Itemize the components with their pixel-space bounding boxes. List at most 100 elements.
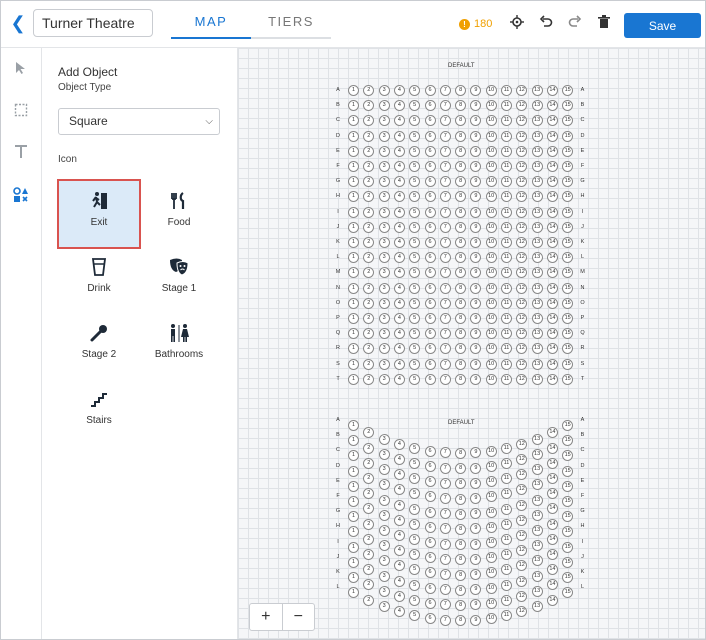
seat[interactable]: 9 bbox=[470, 282, 482, 294]
seat[interactable]: 13 bbox=[531, 115, 543, 127]
seat[interactable]: 10 bbox=[485, 237, 497, 248]
seat[interactable]: 1 bbox=[348, 572, 359, 583]
seat[interactable]: 8 bbox=[455, 600, 467, 611]
seat[interactable]: 9 bbox=[470, 599, 482, 611]
seat[interactable]: 12 bbox=[516, 514, 528, 526]
seat[interactable]: 3 bbox=[378, 540, 390, 552]
seat[interactable]: 2 bbox=[363, 115, 375, 127]
seat[interactable]: 4 bbox=[393, 606, 405, 618]
seat[interactable]: 8 bbox=[455, 508, 467, 520]
seat[interactable]: 1 bbox=[348, 496, 359, 507]
seat[interactable]: 12 bbox=[516, 237, 528, 248]
seat[interactable]: 9 bbox=[470, 206, 482, 218]
seat[interactable]: 8 bbox=[455, 130, 467, 142]
undo-icon[interactable] bbox=[538, 15, 554, 31]
seat[interactable]: 7 bbox=[439, 100, 451, 112]
seat[interactable]: 11 bbox=[501, 549, 512, 561]
seat[interactable]: 5 bbox=[409, 313, 421, 324]
seat[interactable]: 6 bbox=[424, 176, 436, 188]
seat[interactable]: 2 bbox=[363, 358, 375, 370]
seat[interactable]: 12 bbox=[516, 545, 528, 557]
seat[interactable]: 15 bbox=[562, 221, 574, 233]
seat[interactable]: 12 bbox=[516, 282, 528, 294]
seat[interactable]: 4 bbox=[393, 313, 405, 324]
seat[interactable]: 14 bbox=[546, 358, 558, 370]
seat[interactable]: 7 bbox=[439, 358, 451, 370]
seat[interactable]: 4 bbox=[393, 297, 405, 309]
seat[interactable]: 5 bbox=[409, 503, 421, 515]
seat[interactable]: 4 bbox=[393, 145, 405, 157]
seat[interactable]: 13 bbox=[531, 297, 543, 309]
seat[interactable]: 3 bbox=[378, 115, 390, 127]
seat[interactable]: 7 bbox=[439, 176, 451, 188]
seat[interactable]: 5 bbox=[409, 130, 421, 142]
crosshair-icon[interactable] bbox=[509, 15, 525, 31]
seat[interactable]: 2 bbox=[363, 442, 375, 454]
seat[interactable]: 5 bbox=[409, 100, 421, 112]
seat[interactable]: 15 bbox=[562, 252, 574, 264]
seat[interactable]: 15 bbox=[562, 556, 574, 568]
seat[interactable]: 15 bbox=[562, 130, 574, 142]
seat[interactable]: 15 bbox=[562, 526, 574, 538]
seat[interactable]: 1 bbox=[348, 556, 359, 568]
seat[interactable]: 10 bbox=[485, 176, 497, 188]
icon-option-exit[interactable]: Exit bbox=[57, 179, 141, 249]
seat[interactable]: 13 bbox=[531, 191, 543, 203]
seat[interactable]: 7 bbox=[439, 477, 451, 489]
seat[interactable]: 6 bbox=[424, 145, 436, 157]
seat[interactable]: 12 bbox=[516, 206, 528, 218]
seat[interactable]: 7 bbox=[439, 493, 451, 505]
seat[interactable]: 6 bbox=[424, 206, 436, 218]
seat[interactable]: 3 bbox=[378, 479, 390, 491]
seat[interactable]: 1 bbox=[348, 328, 359, 340]
seat[interactable]: 10 bbox=[485, 130, 497, 142]
seat[interactable]: 13 bbox=[531, 494, 543, 506]
pointer-icon[interactable] bbox=[11, 61, 31, 81]
seat[interactable]: 2 bbox=[363, 564, 375, 576]
seat[interactable]: 14 bbox=[546, 457, 558, 469]
seat[interactable]: 2 bbox=[363, 206, 375, 218]
seat[interactable]: 6 bbox=[424, 313, 436, 324]
seat[interactable]: 11 bbox=[501, 206, 512, 218]
seat[interactable]: 10 bbox=[485, 191, 497, 203]
seat[interactable]: 13 bbox=[531, 448, 543, 460]
seat[interactable]: 15 bbox=[562, 358, 574, 370]
seat[interactable]: 1 bbox=[348, 145, 359, 157]
seat[interactable]: 12 bbox=[516, 343, 528, 355]
seat[interactable]: 5 bbox=[409, 297, 421, 309]
seat[interactable]: 9 bbox=[470, 553, 482, 565]
seat[interactable]: 2 bbox=[363, 328, 375, 340]
seat[interactable]: 13 bbox=[531, 343, 543, 355]
seat[interactable]: 10 bbox=[485, 297, 497, 309]
seat[interactable]: 8 bbox=[455, 313, 467, 324]
seat[interactable]: 5 bbox=[409, 373, 421, 385]
seat[interactable]: 2 bbox=[363, 343, 375, 355]
seat[interactable]: 8 bbox=[455, 539, 467, 551]
seat[interactable]: 13 bbox=[531, 433, 543, 445]
seat[interactable]: 4 bbox=[393, 358, 405, 370]
seat[interactable]: 7 bbox=[439, 115, 451, 127]
seat[interactable]: 1 bbox=[348, 115, 359, 127]
seat[interactable]: 10 bbox=[485, 536, 497, 548]
seat[interactable]: 11 bbox=[501, 373, 512, 385]
seat[interactable]: 13 bbox=[531, 373, 543, 385]
seat[interactable]: 4 bbox=[393, 514, 405, 526]
seat[interactable]: 3 bbox=[378, 494, 390, 506]
seat[interactable]: 8 bbox=[455, 478, 467, 490]
seat[interactable]: 3 bbox=[378, 267, 390, 279]
seat[interactable]: 10 bbox=[485, 85, 497, 96]
seat[interactable]: 13 bbox=[531, 252, 543, 264]
seat[interactable]: 5 bbox=[409, 282, 421, 294]
seat[interactable]: 14 bbox=[546, 130, 558, 142]
zoom-in-button[interactable]: + bbox=[250, 604, 282, 630]
seat[interactable]: 12 bbox=[516, 484, 528, 496]
seat[interactable]: 12 bbox=[516, 560, 528, 572]
seat[interactable]: 2 bbox=[363, 594, 375, 606]
seat[interactable]: 12 bbox=[516, 313, 528, 324]
seat[interactable]: 10 bbox=[485, 521, 497, 533]
seat[interactable]: 6 bbox=[424, 252, 436, 264]
seat[interactable]: 14 bbox=[546, 100, 558, 112]
seat[interactable]: 14 bbox=[546, 115, 558, 127]
seat[interactable]: 15 bbox=[562, 282, 574, 294]
seat[interactable]: 10 bbox=[485, 373, 497, 385]
